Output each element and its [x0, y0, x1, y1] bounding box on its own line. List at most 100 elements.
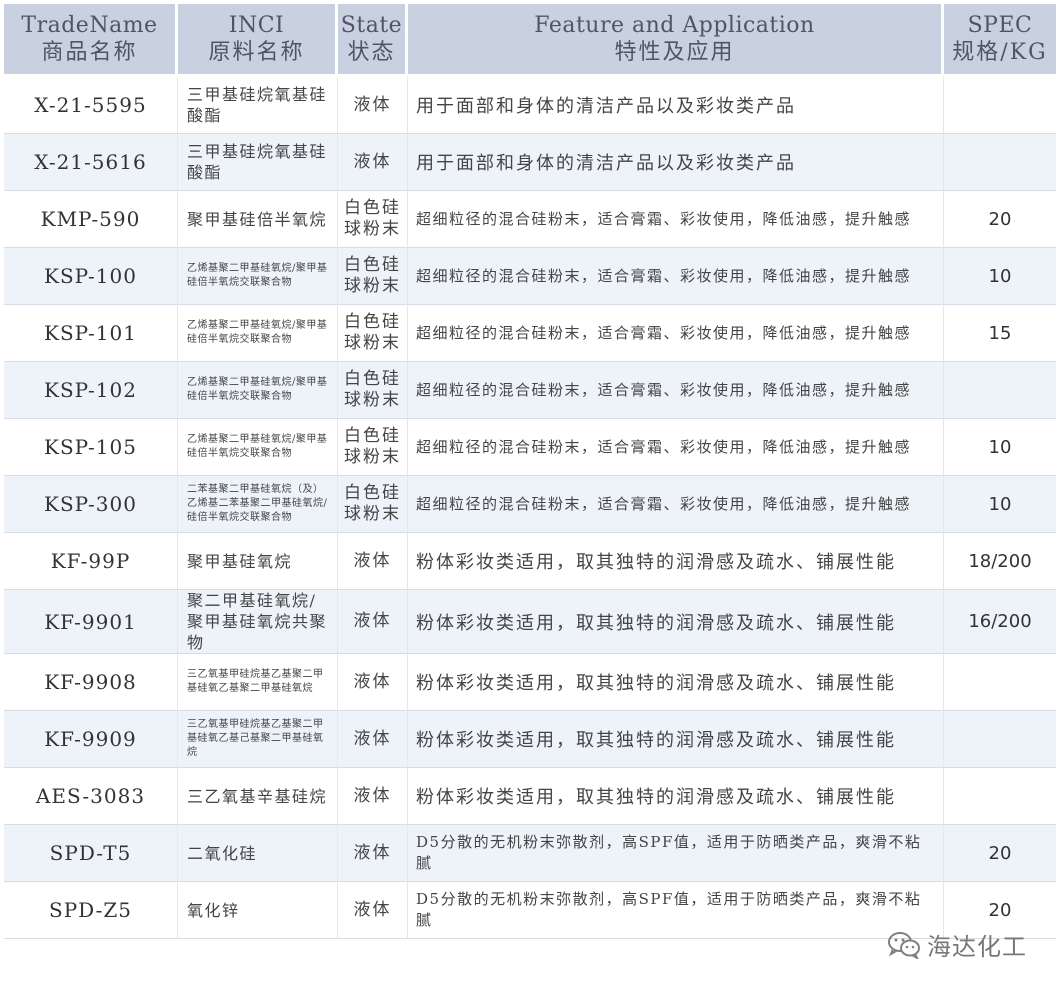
table-row: X-21-5616 三甲基硅烷氧基硅酸酯 液体 用于面部和身体的清洁产品以及彩妆类产品 — [4, 134, 1056, 191]
state-cell: 白色硅球粉末 — [338, 419, 408, 476]
table-row: KF-99P 聚甲基硅氧烷 液体 粉体彩妆类适用，取其独特的润滑感及疏水、铺展性能 18… — [4, 533, 1056, 590]
header-inci-cn: 原料名称 — [208, 40, 305, 65]
feature-cell: D5分散的无机粉末弥散剂，高SPF值，适用于防晒类产品，爽滑不粘腻 — [408, 882, 944, 939]
feature-cell: 粉体彩妆类适用，取其独特的润滑感及疏水、铺展性能 — [408, 533, 944, 590]
trade-name-cell: KSP-100 — [4, 248, 178, 305]
trade-name-cell: KSP-101 — [4, 305, 178, 362]
inci-cell: 二氧化硅 — [178, 825, 338, 882]
state-cell: 白色硅球粉末 — [338, 476, 408, 533]
state-cell: 液体 — [338, 134, 408, 191]
header-tradename-cn: 商品名称 — [41, 40, 138, 65]
trade-name-cell: KMP-590 — [4, 191, 178, 248]
spec-cell: 20 — [944, 825, 1056, 882]
spec-cell: 20 — [944, 191, 1056, 248]
feature-cell: 用于面部和身体的清洁产品以及彩妆类产品 — [408, 134, 944, 191]
header-feature: Feature and Application 特性及应用 — [408, 4, 944, 77]
inci-cell: 三乙氧基甲硅烷基乙基聚二甲基硅氧乙基己基聚二甲基硅氧烷 — [178, 711, 338, 768]
header-feature-cn: 特性及应用 — [614, 40, 735, 65]
spec-cell — [944, 654, 1056, 711]
spec-cell: 10 — [944, 419, 1056, 476]
inci-cell: 乙烯基聚二甲基硅氧烷/聚甲基硅倍半氧烷交联聚合物 — [178, 305, 338, 362]
trade-name-cell: KF-9901 — [4, 590, 178, 654]
inci-cell: 三甲基硅烷氧基硅酸酯 — [178, 77, 338, 134]
spec-cell — [944, 711, 1056, 768]
header-inci-en: INCI — [228, 13, 285, 38]
feature-cell: 超细粒径的混合硅粉末，适合膏霜、彩妆使用，降低油感，提升触感 — [408, 305, 944, 362]
state-cell: 液体 — [338, 654, 408, 711]
table-header: TradeName 商品名称 INCI 原料名称 State 状态 Featur… — [4, 4, 1056, 77]
inci-cell: 聚甲基硅氧烷 — [178, 533, 338, 590]
spec-cell: 18/200 — [944, 533, 1056, 590]
feature-cell: 粉体彩妆类适用，取其独特的润滑感及疏水、铺展性能 — [408, 768, 944, 825]
trade-name-cell: KF-99P — [4, 533, 178, 590]
header-spec: SPEC 规格/KG — [944, 4, 1056, 77]
spec-cell — [944, 768, 1056, 825]
inci-cell: 氧化锌 — [178, 882, 338, 939]
feature-cell: 超细粒径的混合硅粉末，适合膏霜、彩妆使用，降低油感，提升触感 — [408, 191, 944, 248]
table-row: KSP-101 乙烯基聚二甲基硅氧烷/聚甲基硅倍半氧烷交联聚合物 白色硅球粉末 超细粒… — [4, 305, 1056, 362]
header-feature-en: Feature and Application — [534, 13, 815, 38]
table-row: KSP-300 二苯基聚二甲基硅氧烷（及）乙烯基二苯基聚二甲基硅氧烷/硅倍半氧烷交… — [4, 476, 1056, 533]
header-state-cn: 状态 — [347, 40, 396, 65]
table-row: KF-9909 三乙氧基甲硅烷基乙基聚二甲基硅氧乙基己基聚二甲基硅氧烷 液体 粉体彩妆… — [4, 711, 1056, 768]
trade-name-cell: AES-3083 — [4, 768, 178, 825]
spec-cell: 16/200 — [944, 590, 1056, 654]
inci-cell: 二苯基聚二甲基硅氧烷（及）乙烯基二苯基聚二甲基硅氧烷/硅倍半氧烷交联聚合物 — [178, 476, 338, 533]
state-cell: 液体 — [338, 533, 408, 590]
spec-cell: 10 — [944, 248, 1056, 305]
state-cell: 白色硅球粉末 — [338, 362, 408, 419]
inci-cell: 聚甲基硅倍半氧烷 — [178, 191, 338, 248]
watermark-text: 海达化工 — [927, 933, 1027, 961]
state-cell: 白色硅球粉末 — [338, 248, 408, 305]
trade-name-cell: X-21-5616 — [4, 134, 178, 191]
watermark: 海达化工 — [887, 927, 1027, 962]
state-cell: 液体 — [338, 711, 408, 768]
product-table: TradeName 商品名称 INCI 原料名称 State 状态 Featur… — [4, 4, 1056, 939]
header-tradename: TradeName 商品名称 — [4, 4, 178, 77]
spec-cell: 15 — [944, 305, 1056, 362]
header-state-en: State — [340, 13, 403, 38]
inci-cell: 三乙氧基甲硅烷基乙基聚二甲基硅氧乙基聚二甲基硅氧烷 — [178, 654, 338, 711]
state-cell: 液体 — [338, 77, 408, 134]
state-cell: 液体 — [338, 590, 408, 654]
wechat-icon — [888, 931, 920, 959]
header-row: TradeName 商品名称 INCI 原料名称 State 状态 Featur… — [4, 4, 1056, 77]
table-row: KSP-102 乙烯基聚二甲基硅氧烷/聚甲基硅倍半氧烷交联聚合物 白色硅球粉末 超细粒… — [4, 362, 1056, 419]
inci-cell: 乙烯基聚二甲基硅氧烷/聚甲基硅倍半氧烷交联聚合物 — [178, 362, 338, 419]
trade-name-cell: KSP-105 — [4, 419, 178, 476]
table-row: KF-9901 聚二甲基硅氧烷/聚甲基硅氧烷共聚物 液体 粉体彩妆类适用，取其独特的润… — [4, 590, 1056, 654]
state-cell: 液体 — [338, 768, 408, 825]
trade-name-cell: KSP-300 — [4, 476, 178, 533]
trade-name-cell: KF-9909 — [4, 711, 178, 768]
table-row: AES-3083 三乙氧基辛基硅烷 液体 粉体彩妆类适用，取其独特的润滑感及疏水、铺展… — [4, 768, 1056, 825]
header-state: State 状态 — [338, 4, 408, 77]
state-cell: 白色硅球粉末 — [338, 191, 408, 248]
trade-name-cell: KSP-102 — [4, 362, 178, 419]
feature-cell: 粉体彩妆类适用，取其独特的润滑感及疏水、铺展性能 — [408, 590, 944, 654]
table-row: KMP-590 聚甲基硅倍半氧烷 白色硅球粉末 超细粒径的混合硅粉末，适合膏霜、彩妆使… — [4, 191, 1056, 248]
header-spec-en: SPEC — [967, 13, 1033, 38]
feature-cell: 超细粒径的混合硅粉末，适合膏霜、彩妆使用，降低油感，提升触感 — [408, 362, 944, 419]
feature-cell: 超细粒径的混合硅粉末，适合膏霜、彩妆使用，降低油感，提升触感 — [408, 419, 944, 476]
state-cell: 液体 — [338, 882, 408, 939]
inci-cell: 乙烯基聚二甲基硅氧烷/聚甲基硅倍半氧烷交联聚合物 — [178, 248, 338, 305]
table-body: X-21-5595 三甲基硅烷氧基硅酸酯 液体 用于面部和身体的清洁产品以及彩妆类产品… — [4, 77, 1056, 939]
table-row: X-21-5595 三甲基硅烷氧基硅酸酯 液体 用于面部和身体的清洁产品以及彩妆类产品 — [4, 77, 1056, 134]
table-row: KF-9908 三乙氧基甲硅烷基乙基聚二甲基硅氧乙基聚二甲基硅氧烷 液体 粉体彩妆类适… — [4, 654, 1056, 711]
state-cell: 白色硅球粉末 — [338, 305, 408, 362]
inci-cell: 三乙氧基辛基硅烷 — [178, 768, 338, 825]
table-row: SPD-T5 二氧化硅 液体 D5分散的无机粉末弥散剂，高SPF值，适用于防晒类产品，… — [4, 825, 1056, 882]
table-row: KSP-105 乙烯基聚二甲基硅氧烷/聚甲基硅倍半氧烷交联聚合物 白色硅球粉末 超细粒… — [4, 419, 1056, 476]
feature-cell: 粉体彩妆类适用，取其独特的润滑感及疏水、铺展性能 — [408, 654, 944, 711]
header-tradename-en: TradeName — [21, 13, 158, 38]
header-inci: INCI 原料名称 — [178, 4, 338, 77]
table-row: KSP-100 乙烯基聚二甲基硅氧烷/聚甲基硅倍半氧烷交联聚合物 白色硅球粉末 超细粒… — [4, 248, 1056, 305]
feature-cell: 超细粒径的混合硅粉末，适合膏霜、彩妆使用，降低油感，提升触感 — [408, 248, 944, 305]
feature-cell: 超细粒径的混合硅粉末，适合膏霜、彩妆使用，降低油感，提升触感 — [408, 476, 944, 533]
trade-name-cell: SPD-Z5 — [4, 882, 178, 939]
inci-cell: 三甲基硅烷氧基硅酸酯 — [178, 134, 338, 191]
inci-cell: 聚二甲基硅氧烷/聚甲基硅氧烷共聚物 — [178, 590, 338, 654]
spec-cell — [944, 77, 1056, 134]
spec-cell: 10 — [944, 476, 1056, 533]
trade-name-cell: KF-9908 — [4, 654, 178, 711]
